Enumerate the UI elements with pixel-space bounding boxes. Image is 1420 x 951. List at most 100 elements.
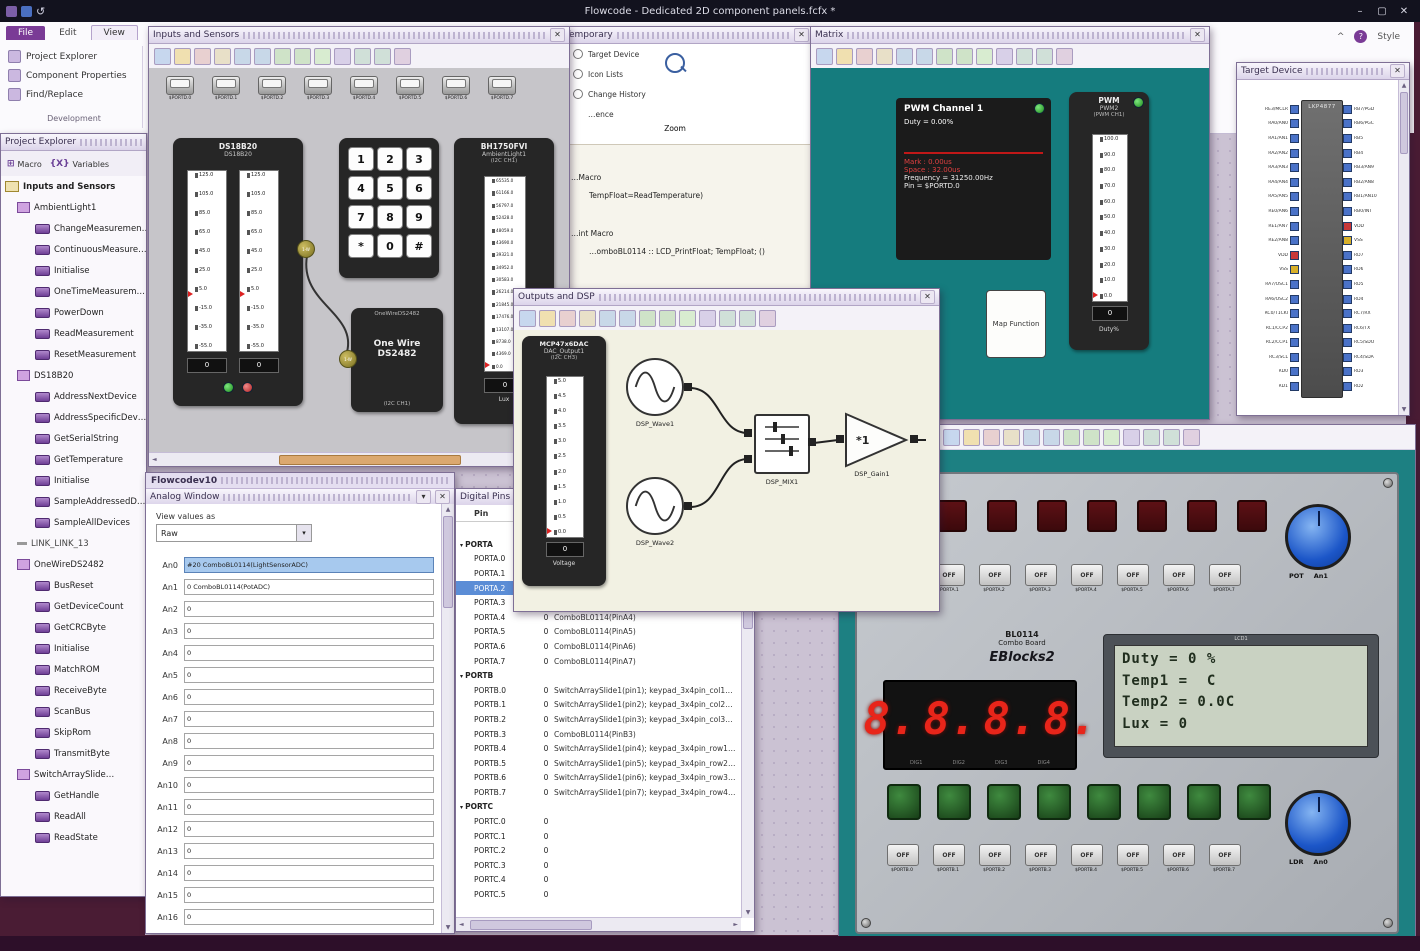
digital-pin-row[interactable]: PORTB.3 0 ComboBL0114(PinB3) — [456, 727, 741, 742]
digital-pin-row[interactable]: PORTA.5 0 ComboBL0114(PinA5) — [456, 625, 741, 640]
chip-pin[interactable]: RC7/RX — [1343, 306, 1403, 321]
tree-item[interactable]: ReceiveByte — [1, 680, 146, 701]
radio-icon[interactable] — [573, 69, 583, 79]
onewire-node-a[interactable]: 1-W — [297, 240, 315, 258]
view-values-dropdown[interactable]: Raw ▾ — [156, 524, 312, 542]
tree-item[interactable]: OneWireDS2482 — [1, 554, 146, 575]
green-button[interactable] — [1137, 784, 1171, 820]
toolbar-icon[interactable] — [174, 47, 191, 65]
scroll-down-icon[interactable]: ▼ — [442, 924, 454, 931]
tree-item[interactable]: TransmitByte — [1, 743, 146, 764]
tree-item[interactable]: ReadMeasurement — [1, 323, 146, 344]
ribbon-button[interactable]: Project Explorer — [8, 50, 127, 63]
keypad-key[interactable]: 4 — [348, 176, 374, 200]
toolbar-icon[interactable] — [1143, 428, 1160, 446]
green-button[interactable] — [987, 784, 1021, 820]
scroll-left-icon[interactable]: ◄ — [152, 456, 157, 463]
digital-pin-row[interactable]: PORTB.2 0 SwitchArraySlide1(pin3); keypa… — [456, 712, 741, 727]
map-function-component[interactable]: Map Function — [986, 290, 1046, 358]
switch-body[interactable] — [396, 76, 424, 95]
chip-pin[interactable]: RB3/AN9 — [1343, 160, 1403, 175]
analog-value-field[interactable]: 0 — [184, 821, 434, 837]
tree-item[interactable]: SampleAllDevices — [1, 512, 146, 533]
toolbar-icon[interactable] — [519, 309, 536, 327]
toolbar-icon[interactable] — [639, 309, 656, 327]
port-switch[interactable]: $PORTD.6 — [439, 76, 473, 101]
toolbar-icon[interactable] — [1043, 428, 1060, 446]
scroll-up-icon[interactable]: ▲ — [442, 506, 454, 513]
tree-item[interactable]: PowerDown — [1, 302, 146, 323]
analog-value-field[interactable]: 0 — [184, 755, 434, 771]
option-row[interactable]: …ence — [561, 104, 813, 124]
chip-pin[interactable]: RD0 — [1239, 365, 1299, 380]
analog-vscrollbar[interactable]: ▲ ▼ — [441, 504, 454, 933]
chip-pin[interactable]: VDD — [1343, 219, 1403, 234]
chip-pin[interactable]: RA0/AN0 — [1239, 117, 1299, 132]
toolbar-icon[interactable] — [896, 47, 913, 65]
port-switch[interactable]: $PORTD.5 — [393, 76, 427, 101]
zoom-magnifier-icon[interactable] — [665, 53, 685, 73]
digital-pin-row[interactable]: PORTC.0 0 — [456, 814, 741, 829]
toolbar-icon[interactable] — [194, 47, 211, 65]
off-button[interactable]: OFF — [933, 844, 965, 866]
close-icon[interactable]: ✕ — [1190, 28, 1205, 42]
tree-item[interactable]: ReadAll — [1, 806, 146, 827]
target-vscrollbar[interactable]: ▲ ▼ — [1398, 80, 1409, 415]
tree-item[interactable]: AddressSpecificDev… — [1, 407, 146, 428]
toolbar-icon[interactable] — [1023, 428, 1040, 446]
digital-pin-row[interactable]: PORTB.6 0 SwitchArraySlide1(pin6); keypa… — [456, 771, 741, 786]
pwm-channel-component[interactable]: PWM Channel 1 Duty = 0.00% Mark : 0.00us… — [896, 98, 1051, 260]
gauge-pointer[interactable] — [485, 362, 490, 368]
digital-pin-row[interactable]: PORTC.1 0 — [456, 829, 741, 844]
off-button[interactable]: OFF — [1025, 844, 1057, 866]
toolbar-icon[interactable] — [876, 47, 893, 65]
analog-value-field[interactable]: 0 — [184, 909, 434, 925]
off-button[interactable]: OFF — [1071, 844, 1103, 866]
toolbar-icon[interactable] — [1163, 428, 1180, 446]
toolbar-icon[interactable] — [599, 309, 616, 327]
toolbar-icon[interactable] — [214, 47, 231, 65]
chip-pin[interactable]: RA6/OSC2 — [1239, 292, 1299, 307]
scroll-up-icon[interactable]: ▲ — [1399, 82, 1409, 89]
chip-pin[interactable]: RB1/AN10 — [1343, 190, 1403, 205]
zoom-label[interactable]: Zoom — [653, 124, 697, 133]
analog-value-field[interactable]: 0 — [184, 799, 434, 815]
keypad-key[interactable]: 3 — [406, 147, 432, 171]
dsp-mixer-component[interactable] — [754, 414, 810, 474]
port-switch[interactable]: $PORTD.3 — [301, 76, 335, 101]
analog-value-field[interactable]: 0 — [184, 887, 434, 903]
option-row[interactable]: Icon Lists — [561, 64, 813, 84]
off-button[interactable]: OFF — [887, 844, 919, 866]
project-explorer-header[interactable]: Project Explorer — [1, 134, 146, 151]
chip-pin[interactable]: RC5/SDO — [1343, 336, 1403, 351]
toolbar-icon[interactable] — [294, 47, 311, 65]
green-button[interactable] — [1037, 784, 1071, 820]
chip-pin[interactable]: RB5 — [1343, 131, 1403, 146]
keypad-key[interactable]: 8 — [377, 205, 403, 229]
tree-item[interactable]: OneTimeMeasurem… — [1, 281, 146, 302]
close-icon[interactable]: ✕ — [550, 28, 565, 42]
off-button[interactable]: OFF — [1071, 564, 1103, 586]
chip-pin[interactable]: RB6/PGC — [1343, 117, 1403, 132]
toolbar-icon[interactable] — [559, 309, 576, 327]
analog-value-field[interactable]: 0 — [184, 843, 434, 859]
tree-item[interactable]: BusReset — [1, 575, 146, 596]
tree-item[interactable]: ScanBus — [1, 701, 146, 722]
tree-item[interactable]: GetHandle — [1, 785, 146, 806]
mcu-chip[interactable]: LKP4877 — [1301, 100, 1343, 398]
off-button[interactable]: OFF — [979, 564, 1011, 586]
minimize-button[interactable]: – — [1350, 6, 1370, 17]
chip-pin[interactable]: RB2/AN8 — [1343, 175, 1403, 190]
off-button[interactable]: OFF — [1025, 564, 1057, 586]
dropdown-arrow-icon[interactable]: ▾ — [296, 525, 311, 541]
tree-item[interactable]: ReadState — [1, 827, 146, 848]
toolbar-icon[interactable] — [659, 309, 676, 327]
toolbar-icon[interactable] — [354, 47, 371, 65]
tree-item[interactable]: AmbientLight1 — [1, 197, 146, 218]
analog-value-field[interactable]: 0 — [184, 865, 434, 881]
chip-pin[interactable]: RB7/PGD — [1343, 102, 1403, 117]
digital-pin-row[interactable]: PORTC.4 0 — [456, 873, 741, 888]
digital-hscrollbar[interactable]: ◄ ► — [456, 917, 741, 931]
scrollbar-thumb[interactable] — [1400, 92, 1408, 154]
toolbar-icon[interactable] — [836, 47, 853, 65]
